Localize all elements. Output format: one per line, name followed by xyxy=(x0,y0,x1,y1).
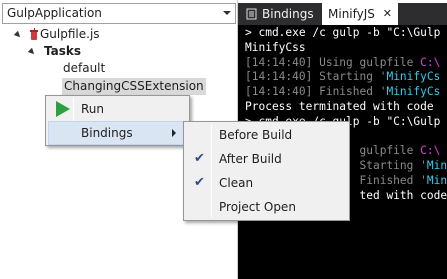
context-menu: Run Bindings xyxy=(45,95,190,146)
submenu-arrow-icon xyxy=(172,129,176,137)
check-icon: ✔ xyxy=(194,151,205,166)
menu-item-bindings-label: Bindings xyxy=(81,126,133,140)
run-icon xyxy=(56,101,70,117)
tree-item-gulpfile[interactable]: Gulpfile.js xyxy=(40,26,100,43)
submenu-item-label: Project Open xyxy=(219,200,296,214)
bindings-submenu: Before Build ✔ After Build ✔ Clean Proje… xyxy=(183,121,350,221)
console-text: Starting ' xyxy=(312,70,387,84)
console-text: Using gulpfile xyxy=(312,55,421,69)
menu-item-bindings[interactable]: Bindings xyxy=(48,121,187,145)
submenu-item-before-build[interactable]: Before Build xyxy=(186,123,347,147)
tree-item-task-changingcssextension[interactable]: ChangingCSSExtension xyxy=(62,78,206,95)
menu-item-run[interactable]: Run xyxy=(48,97,187,121)
console-highlight: MinifyJS xyxy=(426,159,447,173)
console-line: > cmd.exe /c gulp -b "C:\Gulp xyxy=(245,26,441,39)
chevron-down-icon[interactable] xyxy=(223,11,231,15)
console-line: [14:14:40] Starting 'MinifyCs xyxy=(245,70,447,85)
tab-bindings[interactable]: Bindings xyxy=(244,3,314,25)
close-icon[interactable]: ✕ xyxy=(383,3,392,25)
submenu-item-label: Before Build xyxy=(219,128,293,142)
gulp-cup-icon xyxy=(30,28,38,40)
console-timestamp: [14:14:40] xyxy=(245,55,313,69)
console-line: [14:14:40] Finished 'MinifyCs xyxy=(245,85,447,100)
tab-bindings-label: Bindings xyxy=(262,7,314,21)
tab-minifyjs-label: MinifyJS xyxy=(328,7,375,21)
console-timestamp: [14:14:40] xyxy=(245,70,313,84)
check-icon: ✔ xyxy=(194,175,205,190)
console-line: Process terminated with code xyxy=(245,99,434,113)
console-highlight: MinifyCs xyxy=(386,85,441,99)
project-select-value: GulpApplication xyxy=(7,6,102,20)
console-line: MinifyCss xyxy=(245,40,306,54)
project-select[interactable]: GulpApplication xyxy=(2,3,236,24)
console-highlight: MinifyCs xyxy=(386,70,441,84)
expand-arrow-icon[interactable] xyxy=(27,47,37,57)
console-text: Finished ' xyxy=(312,85,387,99)
console-highlight: C:\ xyxy=(420,55,441,69)
console-timestamp: [14:14:40] xyxy=(245,85,313,99)
console-highlight: C:\ xyxy=(420,144,441,158)
tab-minifyjs[interactable]: MinifyJS ✕ xyxy=(322,3,398,25)
submenu-item-project-open[interactable]: Project Open xyxy=(186,195,347,219)
submenu-item-label: Clean xyxy=(219,176,254,190)
submenu-item-after-build[interactable]: ✔ After Build xyxy=(186,147,347,171)
tree-item-task-default[interactable]: default xyxy=(63,60,105,77)
console-highlight: MinifyJS xyxy=(426,173,447,187)
tree-item-tasks[interactable]: Tasks xyxy=(44,43,81,60)
bindings-icon xyxy=(246,8,257,20)
submenu-item-clean[interactable]: ✔ Clean xyxy=(186,171,347,195)
menu-item-run-label: Run xyxy=(81,102,105,116)
tab-strip: Bindings MinifyJS ✕ xyxy=(238,3,447,25)
console-line: [14:14:40] Using gulpfile C:\ xyxy=(245,56,447,71)
expand-arrow-icon[interactable] xyxy=(13,30,23,40)
submenu-item-label: After Build xyxy=(219,152,282,166)
